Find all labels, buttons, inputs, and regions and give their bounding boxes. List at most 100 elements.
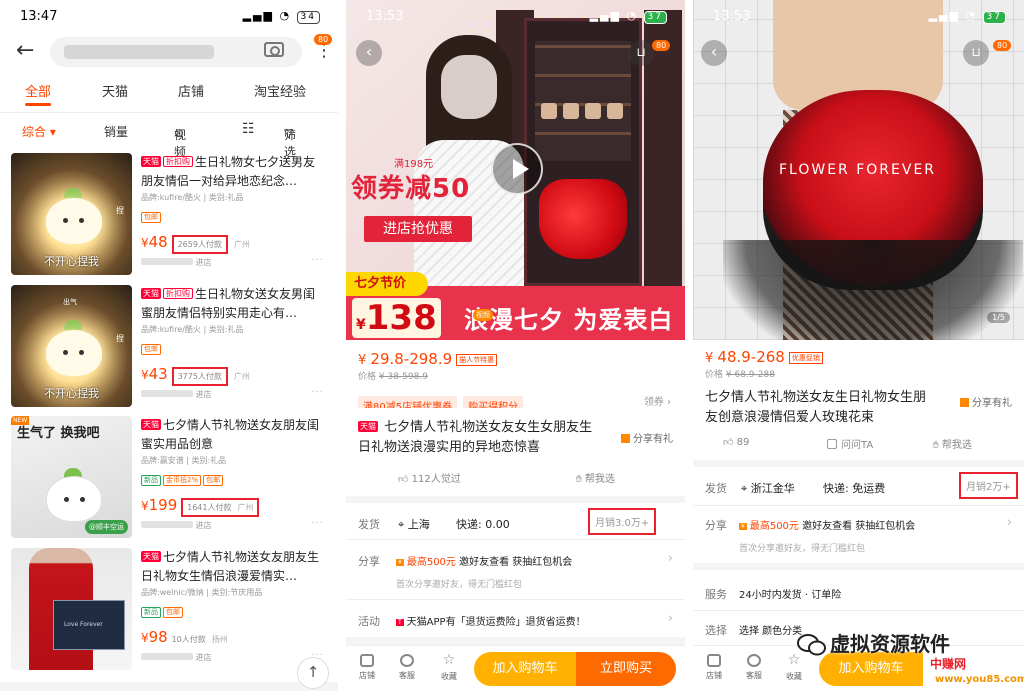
chevron-right-icon[interactable]: › (668, 551, 673, 566)
badge-row: 包邮 (141, 338, 326, 355)
discount-tag: 折扣购 (163, 156, 193, 167)
more-dots-icon[interactable]: ··· (311, 255, 324, 266)
buy-now-button[interactable]: 立即购买 (576, 652, 676, 686)
video-tag[interactable]: 视频 (473, 309, 493, 321)
divider (693, 610, 1024, 611)
share-reward-text: 邀好友查看 获抽红包机会 (802, 521, 916, 532)
divider (346, 599, 685, 600)
product-info: 天猫 七夕情人节礼物送女友朋友生日礼物女生情侣浪漫爱情实… 品牌:welnic/微… (141, 548, 326, 618)
status-time: 13:47 (20, 9, 58, 24)
badge-row: 新品 包邮 (141, 601, 326, 618)
more-dots-icon[interactable]: ··· (311, 518, 324, 529)
location: 广州 (233, 240, 250, 249)
share-subtext: 首次分享邀好友，得无门槛红包 (739, 544, 866, 554)
product-title[interactable]: 天猫 折扣购 生日礼物女七夕送男友朋友情侣一对给异地恋纪念… (141, 153, 326, 191)
handshake-icon: ✋︎ (576, 474, 582, 485)
product-thumbnail[interactable]: Love Forever (11, 548, 132, 670)
product-thumbnail[interactable]: 捏 不开心捏我 (11, 153, 132, 275)
share-reward[interactable]: ¥ 最高500元 邀好友查看 获抽红包机会 (396, 553, 572, 568)
add-to-cart-button[interactable]: 加入购物车 (819, 652, 923, 686)
ask-question[interactable]: 问问TA (827, 436, 873, 451)
enter-shop-link[interactable]: 进店 (196, 390, 212, 399)
camera-icon[interactable] (264, 42, 284, 57)
location: 广州 (237, 503, 254, 512)
more-dots-icon[interactable]: ··· (311, 387, 324, 398)
shop-line[interactable]: 进店 (141, 389, 212, 400)
price-row: ¥ 48.9-268 优惠促销 (705, 348, 1012, 366)
image-pager: 1/5 (987, 312, 1010, 323)
activity-text[interactable]: T 天猫APP有「退货运费险」退货省运费！ (396, 613, 586, 628)
back-icon[interactable]: ‹ (356, 40, 382, 66)
likes[interactable]: 👍︎ 112人觉过 (398, 470, 461, 485)
enter-shop-link[interactable]: 进店 (196, 653, 212, 662)
store-icon (360, 654, 374, 667)
tab-shops[interactable]: 店铺 (178, 81, 204, 100)
add-to-cart-button[interactable]: 加入购物车 (474, 652, 576, 686)
original-price: ¥ 38-598.9 (378, 372, 428, 382)
share-button[interactable]: 分享有礼 (960, 394, 1012, 409)
tulle-wrap (723, 240, 1023, 340)
cart-icon[interactable]: ⊔ (628, 40, 654, 66)
ship-location-text: 上海 (407, 518, 430, 531)
promo-button[interactable]: 进店抢优惠 (364, 216, 472, 242)
video-play-icon[interactable] (491, 143, 543, 195)
service-label: 客服 (399, 671, 415, 680)
back-arrow-icon[interactable]: ← (16, 38, 34, 63)
share-subtext: 首次分享邀好友，得无门槛红包 (396, 580, 523, 590)
product-title[interactable]: 天猫 折扣购 生日礼物女送女友男闺蜜朋友情侣特别实用走心有… (141, 285, 326, 323)
ship-location-text: 浙江金华 (750, 482, 795, 495)
favorite-button[interactable]: ☆ 收藏 (779, 653, 809, 682)
filter-default[interactable]: 综合 ▾ (22, 123, 56, 140)
original-price: ¥ 68.9-288 (725, 370, 775, 380)
tab-all[interactable]: 全部 (25, 81, 51, 100)
tmall-tag: 天猫 (358, 421, 378, 432)
get-coupon-link[interactable]: 领券 › (644, 393, 671, 408)
service-button[interactable]: 客服 (739, 654, 769, 681)
product-item[interactable]: 出气 捏 不开心捏我 天猫 折扣购 生日礼物女送女友男闺蜜朋友情侣特别实用走心有… … (0, 285, 338, 417)
shop-line[interactable]: 进店 (141, 257, 212, 268)
share-reward[interactable]: ¥ 最高500元 邀好友查看 获抽红包机会 (739, 517, 915, 532)
choose-option[interactable]: 选择 颜色分类 (739, 622, 802, 637)
likes-text: 112人觉过 (411, 474, 461, 485)
cart-icon[interactable]: ⊔ (963, 40, 989, 66)
service-label: 客服 (746, 671, 762, 680)
shop-line[interactable]: 进店 (141, 520, 212, 531)
watermark-site: 中赚网 (930, 657, 967, 671)
blurred-face (441, 55, 497, 119)
product-item[interactable]: Love Forever 天猫 七夕情人节礼物送女友朋友生日礼物女生情侣浪漫爱情实… (0, 548, 338, 680)
chevron-right-icon[interactable]: › (1007, 515, 1012, 530)
filter-sales[interactable]: 销量 (104, 123, 128, 140)
store-button[interactable]: 店铺 (352, 654, 382, 681)
back-icon[interactable]: ‹ (701, 40, 727, 66)
status-time: 13:53 (366, 9, 404, 24)
likes[interactable]: 👍︎ 89 (723, 436, 749, 448)
back-to-top-button[interactable]: ↑ (297, 657, 329, 689)
enter-shop-link[interactable]: 进店 (196, 521, 212, 530)
product-title[interactable]: 天猫 七夕情人节礼物送女友朋友生日礼物女生情侣浪漫爱情实… (141, 548, 326, 586)
chevron-right-icon[interactable]: › (668, 611, 673, 626)
product-title[interactable]: 天猫 七夕情人节礼物送女友朋友闺蜜实用品创意 (141, 416, 326, 454)
tab-experience[interactable]: 淘宝经验 (254, 81, 306, 100)
shop-line[interactable]: 进店 (141, 652, 212, 663)
favorite-button[interactable]: ☆ 收藏 (434, 653, 464, 682)
product-title-text: 七夕情人节礼物送女友朋友生日礼物女生情侣浪漫爱情实… (141, 550, 320, 583)
service-button[interactable]: 客服 (392, 654, 422, 681)
product-meta: 品牌:welnic/微纳 | 类别:节庆用品 (141, 588, 263, 597)
share-button[interactable]: 分享有礼 (621, 430, 673, 445)
ship-fee: 快递: 0.00 (456, 518, 510, 531)
product-item[interactable]: 捏 不开心捏我 天猫 折扣购 生日礼物女七夕送男友朋友情侣一对给异地恋纪念… 品牌:… (0, 153, 338, 285)
thumb-caption: 不开心捏我 (44, 255, 99, 268)
wechat-logo-icon (797, 634, 826, 656)
gift-item (585, 103, 601, 119)
product-thumbnail[interactable]: 出气 捏 不开心捏我 (11, 285, 132, 407)
enter-shop-link[interactable]: 进店 (196, 258, 212, 267)
product-item[interactable]: NEW 生气了 换我吧 @顺丰空运 天猫 七夕情人节礼物送女友朋友闺蜜实用品创意 … (0, 416, 338, 548)
grid-view-icon[interactable]: ☷ (242, 121, 255, 137)
product-thumbnail[interactable]: NEW 生气了 换我吧 @顺丰空运 (11, 416, 132, 538)
tab-tmall[interactable]: 天猫 (102, 81, 128, 100)
help-choose[interactable]: ✋︎ 帮我选 (933, 436, 972, 451)
store-button[interactable]: 店铺 (699, 654, 729, 681)
price: 199 (148, 496, 178, 514)
night-light-shape (46, 198, 102, 244)
help-choose[interactable]: ✋︎ 帮我选 (576, 470, 615, 485)
